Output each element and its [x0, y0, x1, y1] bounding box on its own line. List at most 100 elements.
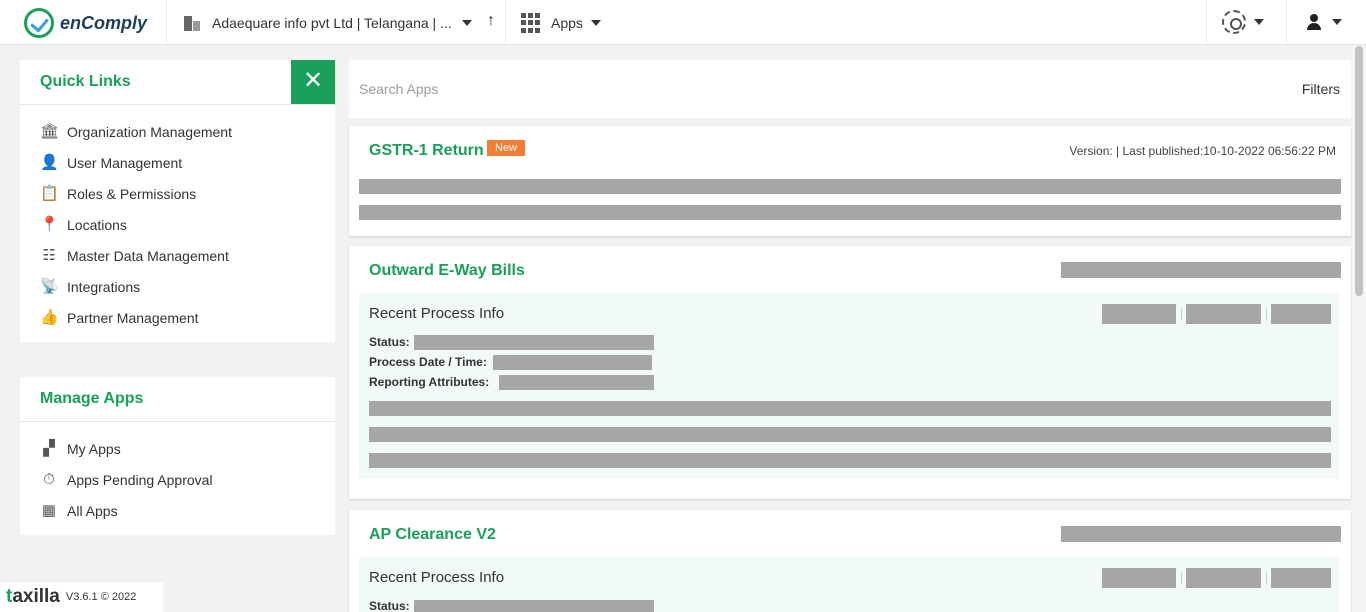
- building-icon: [182, 13, 202, 33]
- grid-icon: [521, 13, 541, 33]
- organization-selector[interactable]: Adaequare info pvt Ltd | Telangana | ...: [182, 12, 472, 34]
- recent-process-title: Recent Process Info: [369, 569, 505, 586]
- loading-placeholder: [1271, 568, 1331, 588]
- loading-placeholder: [1102, 568, 1176, 588]
- filters-button[interactable]: Filters: [1302, 81, 1340, 97]
- status-label: Status:: [369, 335, 410, 349]
- manage-apps-title: Manage Apps: [40, 390, 144, 407]
- loading-placeholder: [493, 355, 652, 370]
- apps-plus-icon: ▞: [43, 439, 55, 457]
- app-card-meta: Version: | Last published:10-10-2022 06:…: [1069, 144, 1336, 158]
- quick-link-label: Organization Management: [67, 123, 232, 140]
- divider: [1266, 572, 1267, 584]
- quick-link-integrations[interactable]: 📡 Integrations: [40, 271, 335, 302]
- quick-links-title: Quick Links: [40, 73, 131, 90]
- new-badge: New: [487, 140, 526, 156]
- search-input[interactable]: [359, 78, 959, 100]
- reporting-attributes-label: Reporting Attributes:: [369, 375, 490, 389]
- footer: taxilla V3.6.1 © 2022: [0, 582, 163, 612]
- grid-icon: ▦: [41, 501, 57, 519]
- loading-placeholder: [1186, 304, 1261, 324]
- scrollbar-thumb[interactable]: [1355, 46, 1363, 296]
- quick-link-user-management[interactable]: 👤 User Management: [40, 147, 335, 178]
- loading-placeholder: [1061, 526, 1341, 542]
- user-icon: [1306, 14, 1322, 30]
- loading-placeholder: [1186, 568, 1261, 588]
- app-card-title[interactable]: AP Clearance V2: [369, 526, 496, 544]
- app-card[interactable]: Outward E-Way Bills Recent Process Info …: [349, 246, 1351, 499]
- quick-links-header: Quick Links ✕: [20, 60, 335, 105]
- manage-apps-all-apps[interactable]: ▦ All Apps: [40, 495, 335, 526]
- loading-placeholder: [359, 179, 1341, 194]
- manage-apps-list: ▞ My Apps ⏱ Apps Pending Approval ▦ All …: [20, 422, 335, 526]
- divider: [166, 0, 167, 44]
- user-menu[interactable]: [1306, 14, 1342, 30]
- chevron-down-icon: [1254, 19, 1264, 25]
- divider: [1181, 572, 1182, 584]
- quick-link-label: Integrations: [67, 278, 141, 295]
- chevron-down-icon: [1332, 19, 1342, 25]
- loading-placeholder: [1061, 262, 1341, 278]
- manage-apps-my-apps[interactable]: ▞ My Apps: [40, 433, 335, 464]
- loading-placeholder: [369, 453, 1331, 468]
- loading-placeholder: [1271, 304, 1331, 324]
- quick-link-organization-management[interactable]: 🏛 Organization Management: [40, 116, 335, 147]
- loading-placeholder: [414, 335, 654, 350]
- stopwatch-icon: ⏱: [43, 470, 55, 488]
- brand-name: enComply: [60, 12, 148, 33]
- quick-link-master-data-management[interactable]: ☷ Master Data Management: [40, 240, 335, 271]
- quick-link-label: Partner Management: [67, 309, 199, 326]
- settings-menu[interactable]: [1222, 10, 1264, 34]
- manage-apps-pending-approval[interactable]: ⏱ Apps Pending Approval: [40, 464, 335, 495]
- divider: [505, 0, 506, 44]
- top-bar: enComply Adaequare info pvt Ltd | Telang…: [0, 0, 1366, 45]
- quick-link-label: Master Data Management: [67, 247, 229, 264]
- map-pin-icon: 📍: [40, 215, 59, 233]
- app-card[interactable]: GSTR-1 Return New Version: | Last publis…: [349, 126, 1351, 236]
- thumbs-up-icon: 👍: [40, 308, 59, 326]
- divider: [1266, 308, 1267, 320]
- loading-placeholder: [359, 205, 1341, 220]
- app-card-title[interactable]: GSTR-1 Return: [369, 142, 484, 160]
- quick-links-list: 🏛 Organization Management 👤 User Managem…: [20, 105, 335, 333]
- organization-name: Adaequare info pvt Ltd | Telangana | ...: [212, 15, 452, 31]
- clipboard-icon: 📋: [40, 184, 59, 202]
- app-card-title[interactable]: Outward E-Way Bills: [369, 262, 525, 280]
- search-bar: Filters: [349, 60, 1351, 118]
- chevron-down-icon: [590, 20, 601, 26]
- encomply-logo-icon: [24, 8, 54, 38]
- recent-process-info: Recent Process Info Status:: [359, 557, 1339, 612]
- antenna-icon: 📡: [40, 277, 59, 295]
- quick-link-locations[interactable]: 📍 Locations: [40, 209, 335, 240]
- arrow-up-icon[interactable]: ↑: [487, 12, 495, 30]
- version-text: V3.6.1 © 2022: [65, 591, 137, 603]
- apps-menu-label: Apps: [551, 15, 583, 31]
- data-table-icon: ☷: [42, 246, 56, 264]
- quick-links-panel: Quick Links ✕ 🏛 Organization Management …: [20, 60, 335, 342]
- divider: [1206, 0, 1207, 44]
- bank-icon: 🏛: [40, 122, 60, 140]
- loading-placeholder: [369, 427, 1331, 442]
- chevron-down-icon: [461, 20, 472, 26]
- apps-menu[interactable]: Apps: [521, 12, 601, 34]
- status-label: Status:: [369, 599, 410, 612]
- recent-process-info: Recent Process Info Status: Process Date…: [359, 293, 1339, 479]
- divider: [1286, 0, 1287, 44]
- loading-placeholder: [499, 375, 654, 390]
- app-card[interactable]: AP Clearance V2 Recent Process Info Stat…: [349, 510, 1351, 612]
- quick-link-label: Locations: [67, 216, 127, 233]
- manage-apps-label: My Apps: [67, 440, 121, 457]
- divider: [1181, 308, 1182, 320]
- loading-placeholder: [1102, 304, 1176, 324]
- quick-link-roles-permissions[interactable]: 📋 Roles & Permissions: [40, 178, 335, 209]
- quick-link-label: Roles & Permissions: [67, 185, 197, 202]
- close-button[interactable]: ✕: [291, 60, 335, 104]
- manage-apps-header: Manage Apps: [20, 377, 335, 422]
- brand-logo[interactable]: enComply: [24, 8, 147, 38]
- taxilla-logo: taxilla: [6, 586, 60, 607]
- gear-icon: [1222, 10, 1246, 34]
- loading-placeholder: [369, 401, 1331, 416]
- quick-link-partner-management[interactable]: 👍 Partner Management: [40, 302, 335, 333]
- process-date-label: Process Date / Time:: [369, 355, 487, 369]
- loading-placeholder: [414, 600, 654, 612]
